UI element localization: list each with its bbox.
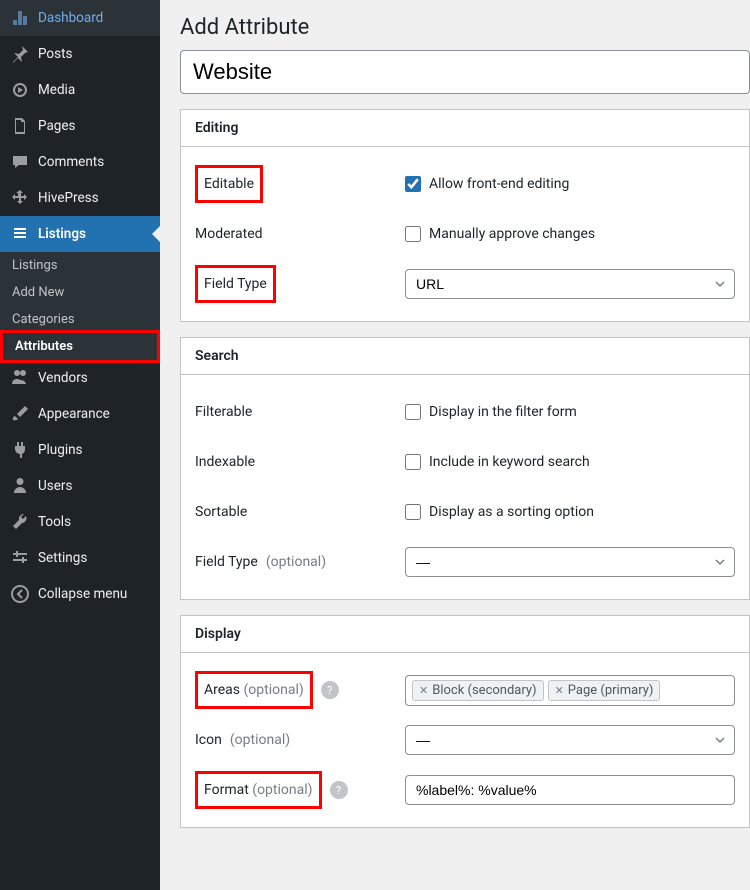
sortable-label: Sortable [195,504,405,520]
sortable-checkbox[interactable] [405,504,421,520]
sidebar-label-tools: Tools [38,514,71,530]
filterable-checkbox[interactable] [405,404,421,420]
sidebar-item-settings[interactable]: Settings [0,540,160,576]
icon-label: Icon (optional) [195,732,405,748]
search-field-type-select[interactable]: — [405,547,735,577]
sidebar-label-vendors: Vendors [38,370,88,386]
areas-tags-input[interactable]: ✕Block (secondary) ✕Page (primary) [405,675,735,706]
panel-display-header: Display [181,616,749,653]
submenu-item-add-new[interactable]: Add New [0,279,160,306]
sidebar-label-pages: Pages [38,118,76,134]
wrench-icon [10,512,30,532]
sidebar-item-plugins[interactable]: Plugins [0,432,160,468]
sidebar-item-listings[interactable]: Listings [0,216,160,252]
sidebar-item-pages[interactable]: Pages [0,108,160,144]
user-icon [10,476,30,496]
sliders-icon [10,548,30,568]
tag-page-primary[interactable]: ✕Page (primary) [548,680,661,701]
indexable-checkbox[interactable] [405,454,421,470]
sidebar-label-media: Media [38,82,75,98]
sidebar-label-plugins: Plugins [38,442,83,458]
search-field-type-label: Field Type (optional) [195,554,405,570]
indexable-label: Indexable [195,454,405,470]
indexable-checkbox-label: Include in keyword search [429,454,590,470]
format-label: Format (optional) ? [195,771,405,809]
sidebar-item-collapse[interactable]: Collapse menu [0,576,160,612]
help-icon[interactable]: ? [321,681,339,699]
list-icon [10,224,30,244]
sidebar-label-users: Users [38,478,72,494]
tag-block-secondary[interactable]: ✕Block (secondary) [412,680,544,701]
close-icon[interactable]: ✕ [419,684,428,697]
filterable-checkbox-label: Display in the filter form [429,404,577,420]
submenu-item-attributes[interactable]: Attributes [0,330,160,363]
moderated-checkbox-label: Manually approve changes [429,226,595,242]
users-icon [10,368,30,388]
submenu-item-listings[interactable]: Listings [0,252,160,279]
sidebar-item-comments[interactable]: Comments [0,144,160,180]
sidebar-item-appearance[interactable]: Appearance [0,396,160,432]
panel-display: Display Areas (optional) ? ✕Block (secon… [180,615,750,828]
help-icon[interactable]: ? [330,781,348,799]
sidebar-item-vendors[interactable]: Vendors [0,360,160,396]
sidebar-label-dashboard: Dashboard [38,10,103,26]
submenu-item-categories[interactable]: Categories [0,306,160,333]
panel-search-header: Search [181,338,749,375]
comment-icon [10,152,30,172]
areas-label: Areas (optional) ? [195,671,405,709]
brush-icon [10,404,30,424]
sidebar-label-posts: Posts [38,46,72,62]
sortable-checkbox-label: Display as a sorting option [429,504,594,520]
sidebar-label-hivepress: HivePress [38,190,99,206]
sidebar-item-users[interactable]: Users [0,468,160,504]
filterable-label: Filterable [195,404,405,420]
sidebar-item-media[interactable]: Media [0,72,160,108]
sidebar-item-hivepress[interactable]: HivePress [0,180,160,216]
submenu-listings: Listings Add New Categories Attributes [0,252,160,363]
hivepress-icon [10,188,30,208]
media-icon [10,80,30,100]
panel-editing-header: Editing [181,110,749,147]
editable-label: Editable [195,165,405,203]
admin-sidebar: Dashboard Posts Media Pages Comments Hiv… [0,0,160,890]
main-content: Add Attribute Editing Editable Allow fro… [160,0,750,890]
plug-icon [10,440,30,460]
editable-checkbox[interactable] [405,176,421,192]
icon-select[interactable]: — [405,725,735,755]
page-title: Add Attribute [160,0,750,50]
collapse-icon [10,584,30,604]
sidebar-label-appearance: Appearance [38,406,110,422]
panel-editing: Editing Editable Allow front-end editing… [180,109,750,322]
pin-icon [10,44,30,64]
edit-field-type-label: Field Type [195,265,405,303]
edit-field-type-select[interactable]: URL [405,269,735,299]
attribute-title-input[interactable] [180,50,750,94]
panel-search: Search Filterable Display in the filter … [180,337,750,600]
editable-checkbox-label: Allow front-end editing [429,176,569,192]
sidebar-item-dashboard[interactable]: Dashboard [0,0,160,36]
sidebar-label-comments: Comments [38,154,104,170]
sidebar-item-posts[interactable]: Posts [0,36,160,72]
sidebar-label-settings: Settings [38,550,87,566]
sidebar-label-collapse: Collapse menu [38,586,127,602]
dashboard-icon [10,8,30,28]
format-input[interactable] [405,775,735,805]
sidebar-label-listings: Listings [38,226,86,242]
page-icon [10,116,30,136]
moderated-label: Moderated [195,226,405,242]
close-icon[interactable]: ✕ [555,684,564,697]
sidebar-item-tools[interactable]: Tools [0,504,160,540]
moderated-checkbox[interactable] [405,226,421,242]
